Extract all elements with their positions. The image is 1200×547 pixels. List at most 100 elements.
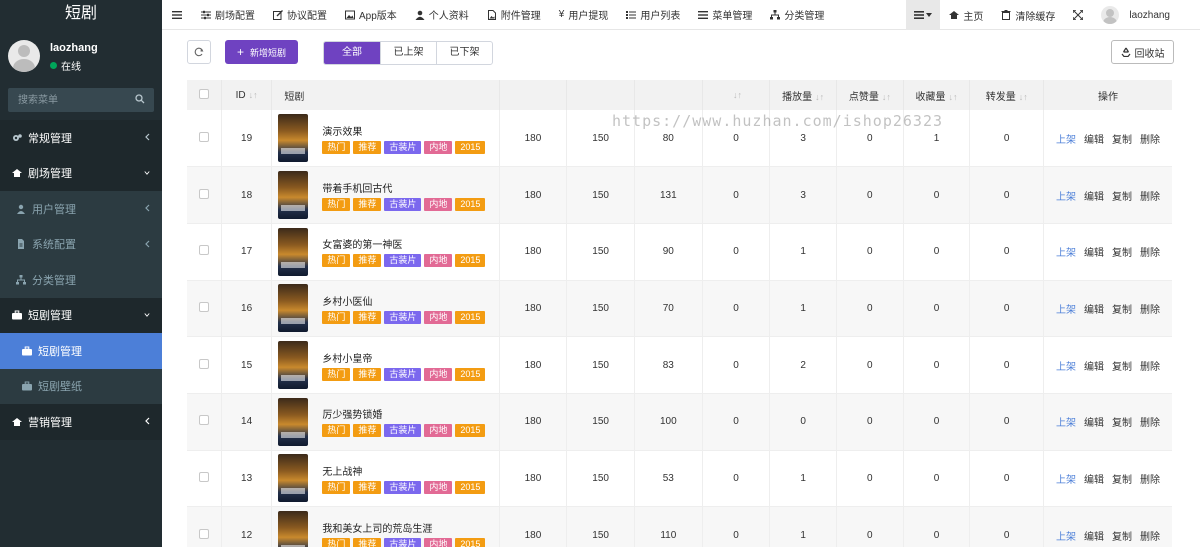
row-checkbox[interactable] [198,301,209,312]
nav-tab-theater-config[interactable]: 剧场配置 [192,0,264,30]
delete-button[interactable]: 删除 [1140,305,1160,316]
col-fav[interactable]: 收藏量 ↓↑ [903,80,971,110]
sidebar-item-drama-group[interactable]: 短剧管理 [0,297,162,333]
col-like[interactable]: 点赞量 ↓↑ [836,80,904,110]
publish-button[interactable]: 上架 [1056,248,1076,259]
sort-icon[interactable]: ↓↑ [1019,92,1028,102]
sidebar-item-general[interactable]: 常规管理 [0,120,162,156]
cell-id: 19 [221,110,273,167]
copy-button[interactable]: 复制 [1112,248,1132,259]
edit-button[interactable]: 编辑 [1084,475,1104,486]
drama-poster[interactable] [278,341,309,390]
delete-button[interactable]: 删除 [1140,135,1160,146]
fullscreen-button[interactable] [1064,0,1092,30]
edit-button[interactable]: 编辑 [1084,305,1104,316]
nav-tab-category[interactable]: 分类管理 [761,0,833,30]
edit-button[interactable]: 编辑 [1084,192,1104,203]
delete-button[interactable]: 删除 [1140,532,1160,543]
col-6[interactable]: ↓↑ [702,80,771,110]
drama-poster[interactable] [278,397,309,446]
nav-tab-app-version[interactable]: App版本 [336,0,406,30]
delete-button[interactable]: 删除 [1140,192,1160,203]
sort-icon[interactable]: ↓↑ [882,92,891,102]
recycle-bin-button[interactable]: 回收站 [1111,40,1174,64]
sidebar-item-system-config[interactable]: 系统配置 [0,226,162,262]
row-checkbox[interactable] [198,471,209,482]
copy-button[interactable]: 复制 [1112,475,1132,486]
edit-button[interactable]: 编辑 [1084,532,1104,543]
publish-button[interactable]: 上架 [1056,305,1076,316]
row-checkbox[interactable] [198,415,209,426]
publish-button[interactable]: 上架 [1056,362,1076,373]
edit-button[interactable]: 编辑 [1084,135,1104,146]
refresh-button[interactable] [187,40,211,64]
sort-icon[interactable]: ↓↑ [949,92,958,102]
copy-button[interactable]: 复制 [1112,532,1132,543]
sidebar-item-marketing[interactable]: 营销管理 [0,404,162,440]
sidebar-item-theater[interactable]: 剧场管理 [0,155,162,191]
row-checkbox[interactable] [198,245,209,256]
nav-tab-profile[interactable]: 个人资料 [406,0,478,30]
nav-tab-menu-manage[interactable]: 菜单管理 [689,0,761,30]
copy-button[interactable]: 复制 [1112,305,1132,316]
copy-button[interactable]: 复制 [1112,362,1132,373]
col-share[interactable]: 转发量 ↓↑ [969,80,1045,110]
publish-button[interactable]: 上架 [1056,192,1076,203]
app-logo[interactable]: 短剧 [0,0,162,30]
search-icon[interactable] [135,94,145,104]
publish-button[interactable]: 上架 [1056,418,1076,429]
sort-icon[interactable]: ↓↑ [249,90,258,100]
sidebar-toggle-button[interactable] [162,0,192,30]
sort-icon[interactable]: ↓↑ [815,92,824,102]
copy-button[interactable]: 复制 [1112,418,1132,429]
drama-poster[interactable] [278,284,309,333]
drama-poster[interactable] [278,511,309,547]
publish-button[interactable]: 上架 [1056,475,1076,486]
sidebar-item-drama-manage[interactable]: 短剧管理 [0,333,162,369]
filter-all[interactable]: 全部 [324,42,380,64]
edit-button[interactable]: 编辑 [1084,418,1104,429]
drama-title: 乡村小医仙 [322,296,373,308]
more-tabs-dropdown[interactable] [906,0,941,30]
drama-poster[interactable] [278,227,309,276]
delete-button[interactable]: 删除 [1140,248,1160,259]
nav-tab-label: 个人资料 [428,11,469,22]
publish-button[interactable]: 上架 [1056,135,1076,146]
select-all-checkbox[interactable] [198,88,209,99]
col-id[interactable]: ID ↓↑ [221,80,273,110]
user-menu[interactable]: laozhang [1092,0,1200,30]
delete-button[interactable]: 删除 [1140,418,1160,429]
tag-badge: 2015 [455,310,486,324]
clear-cache-button[interactable]: 清除缓存 [992,0,1064,30]
filter-offline[interactable]: 已下架 [436,42,492,64]
sidebar-item-users[interactable]: 用户管理 [0,191,162,227]
sidebar-item-category[interactable]: 分类管理 [0,262,162,298]
drama-poster[interactable] [278,114,309,163]
copy-button[interactable]: 复制 [1112,135,1132,146]
nav-tab-agreement-config[interactable]: 协议配置 [264,0,336,30]
drama-poster[interactable] [278,171,309,220]
menu-search-input[interactable] [8,88,154,112]
copy-button[interactable]: 复制 [1112,192,1132,203]
delete-button[interactable]: 删除 [1140,475,1160,486]
sort-icon[interactable]: ↓↑ [733,90,742,100]
add-drama-button[interactable]: + 新增短剧 [225,40,299,64]
home-link[interactable]: 主页 [940,0,992,30]
edit-button[interactable]: 编辑 [1084,248,1104,259]
col-play[interactable]: 播放量 ↓↑ [769,80,837,110]
row-checkbox[interactable] [198,528,209,539]
nav-tab-withdraw[interactable]: ¥ 用户提现 [550,0,618,30]
row-checkbox[interactable] [198,131,209,142]
row-checkbox[interactable] [198,358,209,369]
col-label: 点赞量 [848,91,879,103]
edit-button[interactable]: 编辑 [1084,362,1104,373]
filter-online[interactable]: 已上架 [380,42,436,64]
sidebar-item-drama-wallpaper[interactable]: 短剧壁纸 [0,368,162,404]
delete-button[interactable]: 删除 [1140,362,1160,373]
nav-tab-attachments[interactable]: 附件管理 [478,0,550,30]
avatar [8,40,40,72]
row-checkbox[interactable] [198,188,209,199]
nav-tab-user-list[interactable]: 用户列表 [617,0,689,30]
publish-button[interactable]: 上架 [1056,532,1076,543]
drama-poster[interactable] [278,454,309,503]
